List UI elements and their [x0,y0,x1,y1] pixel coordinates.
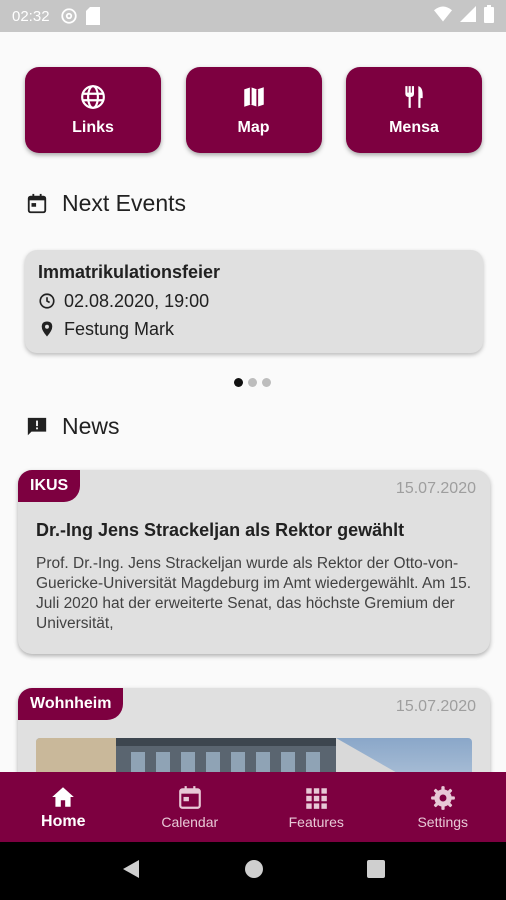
location-pin-icon [41,321,53,337]
bottom-navigation: Home Calendar Features Settings [0,772,506,842]
nav-features-label: Features [288,813,344,830]
grid-icon [306,787,328,809]
quick-actions: Links Map Mensa [25,67,482,153]
links-label: Links [72,118,114,136]
back-icon[interactable] [121,859,141,884]
event-card[interactable]: Immatrikulationsfeier 02.08.2020, 19:00 … [25,250,483,353]
clock-icon [39,293,55,309]
events-header: Next Events [26,190,186,217]
at-sign-icon [60,7,78,25]
nav-calendar-label: Calendar [161,813,219,830]
sd-card-icon [85,7,100,25]
map-button[interactable]: Map [185,67,322,153]
event-location: Festung Mark [64,318,175,339]
map-label: Map [237,118,270,136]
recents-icon[interactable] [366,859,385,883]
links-button[interactable]: Links [25,67,161,153]
carousel-dot-3[interactable] [262,378,271,387]
news-title: News [62,413,120,439]
news-card[interactable]: Wohnheim 15.07.2020 [18,688,490,772]
nav-calendar[interactable]: Calendar [127,772,254,842]
map-icon [243,86,264,107]
news-header: News [26,413,120,440]
event-carousel-indicator [234,378,271,387]
nav-settings[interactable]: Settings [380,772,506,842]
news-excerpt: Prof. Dr.-Ing. Jens Strackeljan wurde al… [36,555,472,632]
news-image [36,738,472,772]
wifi-icon [434,6,452,26]
news-card[interactable]: IKUS 15.07.2020 Dr.-Ing Jens Strackeljan… [18,470,490,654]
events-title: Next Events [62,190,186,216]
battery-icon [484,5,494,27]
nav-home[interactable]: Home [0,772,127,842]
system-navigation-bar [0,842,506,900]
mensa-label: Mensa [389,118,439,136]
gear-icon [430,785,455,810]
event-title: Immatrikulationsfeier [38,262,221,282]
signal-icon [460,6,476,26]
home-icon [52,786,75,807]
announcement-icon [27,417,47,435]
news-date: 15.07.2020 [395,480,476,497]
event-location-row: Festung Mark [38,317,470,341]
nav-home-label: Home [41,812,86,830]
news-date: 15.07.2020 [395,698,476,715]
status-bar: 02:32 [0,0,506,32]
event-datetime: 02.08.2020, 19:00 [64,290,210,311]
globe-icon [81,84,105,109]
mensa-button[interactable]: Mensa [346,67,482,153]
news-tag: IKUS [18,470,81,502]
carousel-dot-2[interactable] [248,378,257,387]
event-datetime-row: 02.08.2020, 19:00 [38,289,470,313]
status-time: 02:32 [12,7,50,25]
nav-features[interactable]: Features [253,772,380,842]
home-circle-icon[interactable] [244,859,264,884]
restaurant-icon [405,85,423,108]
news-headline: Dr.-Ing Jens Strackeljan als Rektor gewä… [36,520,405,540]
news-tag: Wohnheim [18,688,124,720]
nav-settings-label: Settings [417,813,469,830]
carousel-dot-1[interactable] [234,378,243,387]
home-content[interactable]: Links Map Mensa Next Events Immatrikulat… [0,32,506,772]
calendar-icon [27,193,47,213]
calendar-icon [178,785,201,809]
